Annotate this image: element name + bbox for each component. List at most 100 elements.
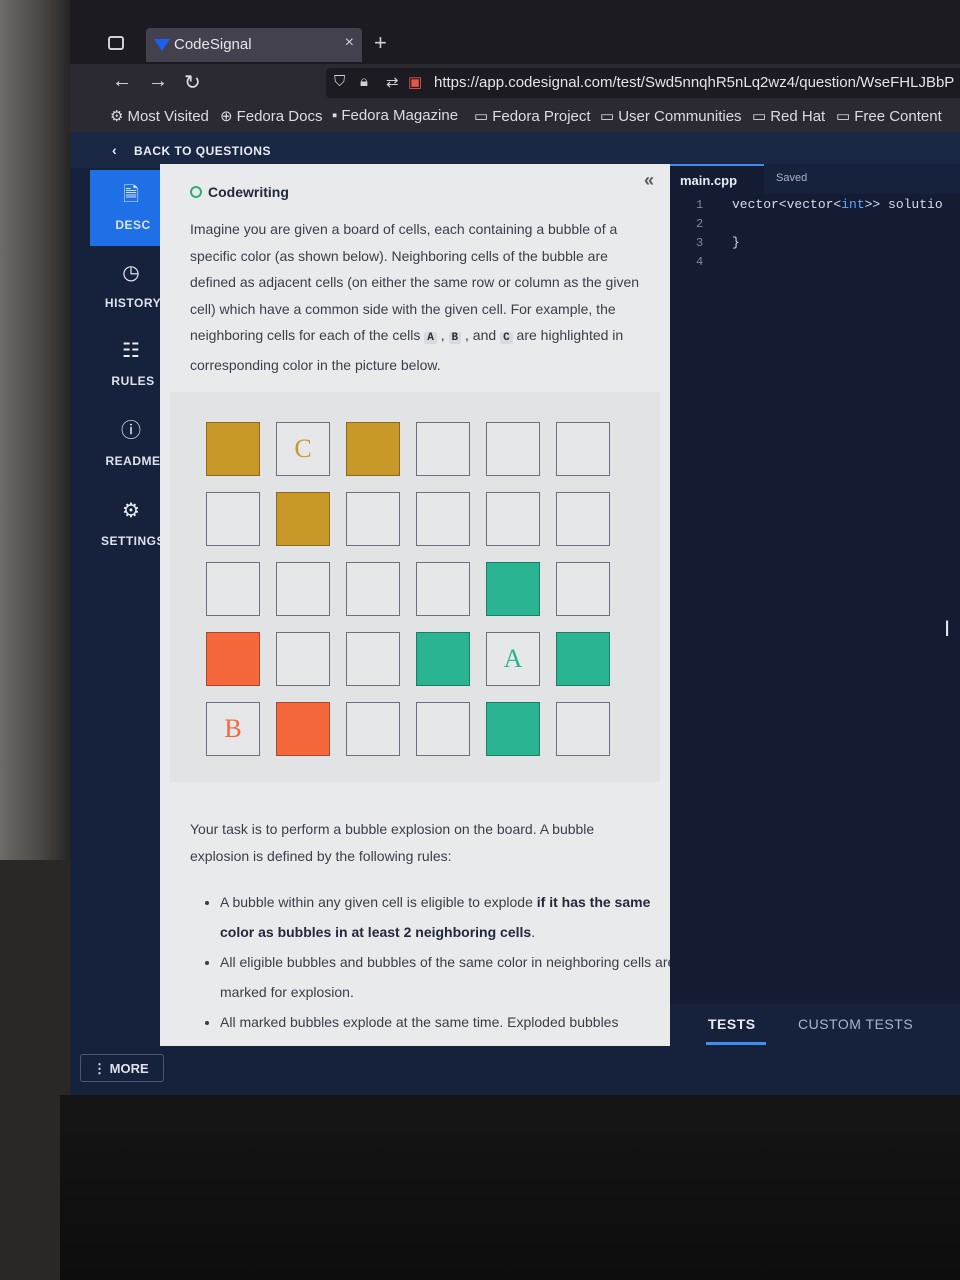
codewriting-icon — [190, 186, 202, 198]
board-cell — [206, 492, 260, 546]
board-cell — [416, 702, 470, 756]
url-bar[interactable]: ⛉ 🔒︎ ⇄ ▣ https://app.codesignal.com/test… — [326, 68, 960, 98]
collapse-panel-icon[interactable]: « — [644, 170, 654, 191]
list-icon: ☷ — [122, 340, 140, 362]
chevron-left-icon[interactable]: ‹ — [112, 142, 117, 158]
task-paragraph: Your task is to perform a bubble explosi… — [190, 821, 595, 864]
bookmark-most-visited[interactable]: ⚙ Most Visited — [110, 107, 209, 125]
text-cursor-icon: I — [944, 616, 951, 641]
bookmark-free-content[interactable]: ▭ Free Content — [836, 107, 942, 125]
board-cell — [556, 562, 610, 616]
bookmarks-toolbar: ⚙ Most Visited ⊕ Fedora Docs ▪ Fedora Magaz… — [70, 102, 960, 132]
board-cell — [556, 422, 610, 476]
tab-close-icon[interactable]: × — [345, 34, 354, 52]
board-cell-b: B — [206, 702, 260, 756]
line-number: 1 — [696, 198, 704, 212]
bookmark-user-communities[interactable]: ▭ User Communities — [600, 107, 742, 125]
cell-c-code: C — [500, 332, 513, 344]
back-to-questions-bar: ‹ BACK TO QUESTIONS — [70, 132, 960, 168]
board-cell — [486, 492, 540, 546]
cell-letter: C — [294, 434, 312, 463]
bookmark-red-hat[interactable]: ▭ Red Hat — [752, 107, 825, 125]
rule-item: A bubble within any given cell is eligib… — [220, 888, 670, 947]
info-icon: ⓘ — [121, 420, 141, 442]
more-label: ⋮ MORE — [93, 1061, 149, 1076]
reload-icon[interactable]: ↻ — [184, 70, 201, 95]
board-cell — [416, 492, 470, 546]
bookmark-fedora-project[interactable]: ▭ Fedora Project — [474, 107, 591, 125]
rule-item: All eligible bubbles and bubbles of the … — [220, 948, 670, 1007]
board-cell — [206, 562, 260, 616]
board-cell — [416, 562, 470, 616]
codesignal-page: ‹ BACK TO QUESTIONS 🗎︎ DESC ◷ HISTORY ☷ … — [70, 132, 960, 1095]
clock-icon: ◷ — [122, 262, 140, 284]
folder-icon: ▭ — [474, 108, 489, 125]
task-type-header: Codewriting — [190, 184, 289, 202]
explosion-rules-list: A bubble within any given cell is eligib… — [202, 888, 670, 1039]
back-arrow-icon[interactable]: ← — [112, 70, 132, 93]
shield-icon[interactable]: ⛉ — [334, 73, 345, 90]
code-editor-panel: main.cpp Saved 1 2 3 4 vector<vector<int… — [670, 164, 960, 1046]
bookmark-fedora-docs[interactable]: ⊕ Fedora Docs — [220, 107, 322, 125]
line-number: 2 — [696, 217, 704, 231]
tab-list-icon[interactable] — [108, 36, 124, 50]
forward-arrow-icon[interactable]: → — [148, 70, 168, 93]
file-tab-label: main.cpp — [680, 173, 738, 188]
task-type-label: Codewriting — [208, 184, 289, 200]
editor-tab-strip: main.cpp Saved — [670, 164, 960, 194]
folder-icon: ▭ — [752, 108, 767, 125]
board-cell — [346, 562, 400, 616]
browser-tab-codesignal[interactable]: CodeSignal × — [146, 28, 362, 62]
board-cell — [346, 702, 400, 756]
permissions-icon[interactable]: ⇄ — [386, 73, 399, 91]
monitor-bezel — [60, 1095, 960, 1280]
tab-title: CodeSignal — [174, 36, 252, 53]
new-tab-button[interactable]: + — [374, 30, 387, 56]
board-cell — [206, 422, 260, 476]
board-cell — [556, 632, 610, 686]
gear-icon: ⚙ — [122, 500, 140, 522]
line-number-gutter: 1 2 3 4 — [696, 198, 716, 274]
folder-icon: ▭ — [600, 108, 615, 125]
line-number: 4 — [696, 255, 704, 269]
screen-share-icon[interactable]: ▣ — [408, 73, 422, 91]
intro-paragraph: Imagine you are given a board of cells, … — [190, 221, 640, 373]
tab-tests[interactable]: TESTS — [708, 1016, 756, 1032]
tab-strip: CodeSignal × + — [70, 24, 960, 64]
tests-tab-strip: TESTS CUSTOM TESTS — [670, 1004, 960, 1046]
browser-window: CodeSignal × + ← → ↻ ⛉ 🔒︎ ⇄ ▣ https://ap… — [70, 0, 960, 1095]
bookmark-fedora-magazine[interactable]: ▪ Fedora Magazine — [332, 107, 458, 124]
cell-letter: B — [224, 714, 242, 743]
board-cell — [486, 562, 540, 616]
save-status: Saved — [776, 172, 808, 184]
board-cell — [276, 702, 330, 756]
board-cell — [486, 702, 540, 756]
rule-item: All marked bubbles explode at the same t… — [220, 1008, 670, 1038]
line-number: 3 — [696, 236, 704, 250]
codesignal-favicon-icon — [154, 39, 170, 51]
code-line-3[interactable]: } — [732, 235, 740, 250]
active-tab-indicator — [706, 1042, 766, 1045]
url-text[interactable]: https://app.codesignal.com/test/Swd5nnqh… — [434, 74, 954, 91]
back-to-questions-link[interactable]: BACK TO QUESTIONS — [134, 144, 271, 158]
board-cell — [416, 632, 470, 686]
board-cell-c: C — [276, 422, 330, 476]
lock-icon[interactable]: 🔒︎ — [360, 73, 368, 90]
description-panel: « Codewriting Imagine you are given a bo… — [160, 164, 670, 1046]
board-cell — [346, 422, 400, 476]
code-line-1[interactable]: vector<vector<int>> solutio — [732, 197, 943, 212]
board-cell — [556, 492, 610, 546]
board-cell — [276, 492, 330, 546]
board-cell — [276, 632, 330, 686]
folder-icon: ▭ — [836, 108, 851, 125]
more-button[interactable]: ⋮ MORE — [80, 1054, 164, 1082]
file-tab-main-cpp[interactable]: main.cpp — [670, 164, 764, 194]
tab-custom-tests[interactable]: CUSTOM TESTS — [798, 1016, 913, 1032]
board-cell-a: A — [486, 632, 540, 686]
gear-icon: ⚙ — [110, 108, 124, 125]
board-cell — [346, 632, 400, 686]
board-cell — [276, 562, 330, 616]
cell-letter: A — [503, 644, 523, 673]
board-cell — [556, 702, 610, 756]
navigation-toolbar: ← → ↻ ⛉ 🔒︎ ⇄ ▣ https://app.codesignal.co… — [70, 64, 960, 102]
